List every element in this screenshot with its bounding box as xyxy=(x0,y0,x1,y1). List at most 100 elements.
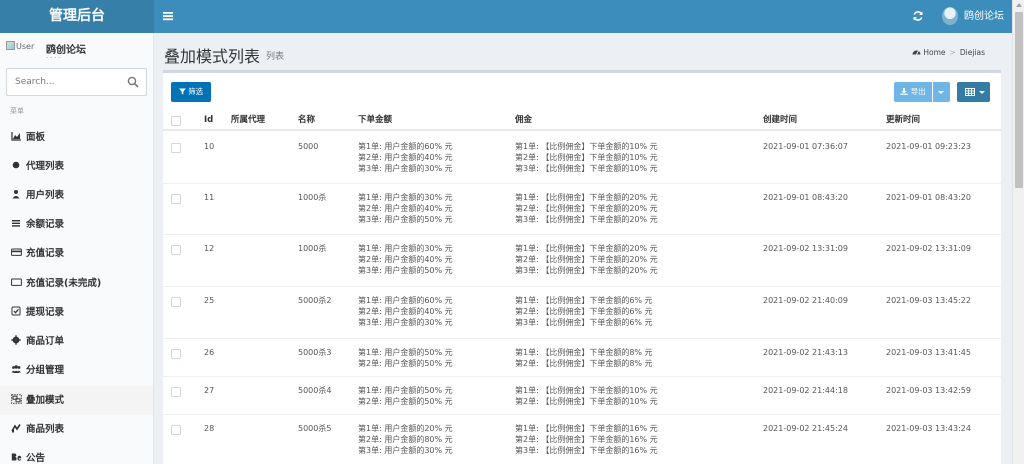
sidebar-item-label: 提现记录 xyxy=(26,307,65,318)
page-scrollbar[interactable] xyxy=(1012,0,1024,464)
list-icon xyxy=(11,211,22,227)
cell-amount: 第1单: 用户金额的30% 元第2单: 用户金额的40% 元第3单: 用户金额的… xyxy=(358,244,453,275)
sidebar-item-label: 用户列表 xyxy=(26,190,65,201)
column-header-agent[interactable]: 所属代理 xyxy=(231,109,265,131)
table-row[interactable]: 25 5000杀2 第1单: 用户金额的60% 元第2单: 用户金额的40% 元… xyxy=(163,287,1001,339)
cell-name: 5000 xyxy=(298,142,319,151)
select-all-checkbox[interactable] xyxy=(171,116,181,126)
sidebar-item-label: 面板 xyxy=(26,132,46,143)
sidebar-item-label: 代理列表 xyxy=(26,161,65,172)
refresh-icon[interactable] xyxy=(912,9,924,23)
table-row[interactable]: 28 5000杀5 第1单: 用户金额的20% 元第2单: 用户金额的80% 元… xyxy=(163,415,1001,464)
search-input[interactable] xyxy=(7,69,122,95)
cell-updated: 2021-09-01 08:43:20 xyxy=(886,193,971,202)
row-checkbox[interactable] xyxy=(171,194,181,204)
breadcrumb-separator: > xyxy=(949,48,956,57)
row-checkbox[interactable] xyxy=(171,143,181,153)
sidebar-item-product-list[interactable]: 商品列表 xyxy=(0,415,153,444)
sidebar-item-balance-records[interactable]: 余额记录 xyxy=(0,210,153,239)
dot-circle-icon xyxy=(11,153,22,169)
check-square-icon xyxy=(11,299,22,316)
table-header: Id 所属代理 名称 下单金额 佣金 创建时间 更新时间 xyxy=(163,109,1001,131)
cell-created: 2021-09-02 21:40:09 xyxy=(763,296,848,305)
row-checkbox[interactable] xyxy=(171,387,181,397)
user-menu-name[interactable]: 鸥创论坛 xyxy=(964,0,1004,33)
cell-created: 2021-09-02 13:31:09 xyxy=(763,244,848,253)
cell-created: 2021-09-02 21:43:13 xyxy=(763,348,848,357)
cell-name: 5000杀2 xyxy=(298,296,332,305)
cell-commission: 第1单: 【比例佣金】下单金额的16% 元第2单: 【比例佣金】下单金额的16%… xyxy=(515,424,658,455)
scroll-up-arrow-icon[interactable] xyxy=(1016,3,1022,7)
cell-commission: 第1单: 【比例佣金】下单金额的20% 元第2单: 【比例佣金】下单金额的20%… xyxy=(515,244,658,275)
cell-amount: 第1单: 用户金额的60% 元第2单: 用户金额的40% 元第3单: 用户金额的… xyxy=(358,296,453,327)
sidebar-item-overlay-mode[interactable]: 叠加模式 xyxy=(0,386,153,415)
row-checkbox[interactable] xyxy=(171,245,181,255)
row-checkbox[interactable] xyxy=(171,349,181,359)
sidebar-item-announcements[interactable]: 公告 xyxy=(0,444,153,464)
table-row[interactable]: 11 1000杀 第1单: 用户金额的30% 元第2单: 用户金额的40% 元第… xyxy=(163,184,1001,235)
dashboard-icon xyxy=(912,48,921,57)
breadcrumb-home[interactable]: Home xyxy=(923,48,945,57)
sidebar-item-label: 叠加模式 xyxy=(26,395,65,406)
user-avatar[interactable] xyxy=(942,7,958,25)
breadcrumb: Home > Diejias xyxy=(912,48,985,57)
table-row[interactable]: 27 5000杀4 第1单: 用户金额的50% 元第2单: 用户金额的50% 元… xyxy=(163,377,1001,415)
cell-name: 1000杀 xyxy=(298,244,327,253)
column-header-id[interactable]: Id xyxy=(204,109,213,131)
sidebar: User 鸥创论坛 - - - - 菜单 面板 代理列表 用户列表 余额记录 充… xyxy=(0,33,154,464)
row-checkbox[interactable] xyxy=(171,297,181,307)
sidebar-toggle-icon[interactable] xyxy=(162,9,174,23)
cell-created: 2021-09-01 08:43:20 xyxy=(763,193,848,202)
credit-card-icon xyxy=(11,240,22,256)
cell-id: 10 xyxy=(204,142,215,151)
sidebar-item-label: 分组管理 xyxy=(26,365,65,376)
column-header-commission[interactable]: 佣金 xyxy=(515,109,532,131)
cell-amount: 第1单: 用户金额的50% 元第2单: 用户金额的50% 元 xyxy=(358,348,453,368)
row-checkbox[interactable] xyxy=(171,425,181,435)
sidebar-item-users[interactable]: 用户列表 xyxy=(0,181,153,210)
sidebar-item-agents[interactable]: 代理列表 xyxy=(0,152,153,181)
sidebar-item-label: 充值记录(未完成) xyxy=(26,278,102,289)
column-header-updated[interactable]: 更新时间 xyxy=(886,109,920,131)
download-icon xyxy=(900,88,908,95)
top-navbar: 管理后台 鸥创论坛 xyxy=(0,0,1012,33)
table-row[interactable]: 10 5000 第1单: 用户金额的60% 元第2单: 用户金额的40% 元第3… xyxy=(163,133,1001,184)
user-image: User xyxy=(6,41,34,51)
cell-commission: 第1单: 【比例佣金】下单金额的6% 元第2单: 【比例佣金】下单金额的6% 元… xyxy=(515,296,653,327)
columns-toggle-button[interactable] xyxy=(957,82,990,102)
users-icon xyxy=(11,182,22,199)
column-header-created[interactable]: 创建时间 xyxy=(763,109,797,131)
cell-id: 26 xyxy=(204,348,215,357)
column-header-name[interactable]: 名称 xyxy=(298,109,315,131)
page-subtitle: 列表 xyxy=(266,52,285,62)
sidebar-item-product-orders[interactable]: 商品订单 xyxy=(0,327,153,356)
cell-name: 5000杀3 xyxy=(298,348,332,357)
cell-id: 27 xyxy=(204,386,215,395)
export-dropdown-button[interactable] xyxy=(933,82,950,102)
sidebar-item-group-management[interactable]: 分组管理 xyxy=(0,356,153,385)
search-icon[interactable] xyxy=(127,76,139,88)
sidebar-item-recharge-incomplete[interactable]: 充值记录(未完成) xyxy=(0,269,153,298)
scrollbar-thumb[interactable] xyxy=(1015,12,1023,188)
cell-id: 28 xyxy=(204,424,215,433)
table-row[interactable]: 12 1000杀 第1单: 用户金额的30% 元第2单: 用户金额的40% 元第… xyxy=(163,235,1001,287)
table-row[interactable]: 26 5000杀3 第1单: 用户金额的50% 元第2单: 用户金额的50% 元… xyxy=(163,339,1001,377)
sidebar-item-label: 商品列表 xyxy=(26,424,65,435)
column-header-amount[interactable]: 下单金额 xyxy=(358,109,392,131)
cell-updated: 2021-09-03 13:42:59 xyxy=(886,386,971,395)
cell-id: 25 xyxy=(204,296,215,305)
sidebar-item-dashboard[interactable]: 面板 xyxy=(0,123,153,152)
cell-name: 5000杀5 xyxy=(298,424,332,433)
export-button[interactable]: 导出 xyxy=(894,82,932,102)
content-box: 筛选 导出 Id 所属代理 名称 下单金额 佣金 创建时间 更新时间 10 50… xyxy=(163,70,1001,464)
cell-updated: 2021-09-03 13:45:22 xyxy=(886,296,971,305)
sidebar-item-recharge-records[interactable]: 充值记录 xyxy=(0,239,153,268)
sliders-icon xyxy=(11,416,22,433)
object-group-icon xyxy=(11,387,22,404)
brand-logo[interactable]: 管理后台 xyxy=(0,0,154,33)
cell-updated: 2021-09-02 13:31:09 xyxy=(886,244,971,253)
group-icon xyxy=(11,357,22,373)
filter-button[interactable]: 筛选 xyxy=(171,82,211,102)
user-panel: User 鸥创论坛 - - - - xyxy=(6,41,146,61)
sidebar-item-withdraw-records[interactable]: 提现记录 xyxy=(0,298,153,327)
